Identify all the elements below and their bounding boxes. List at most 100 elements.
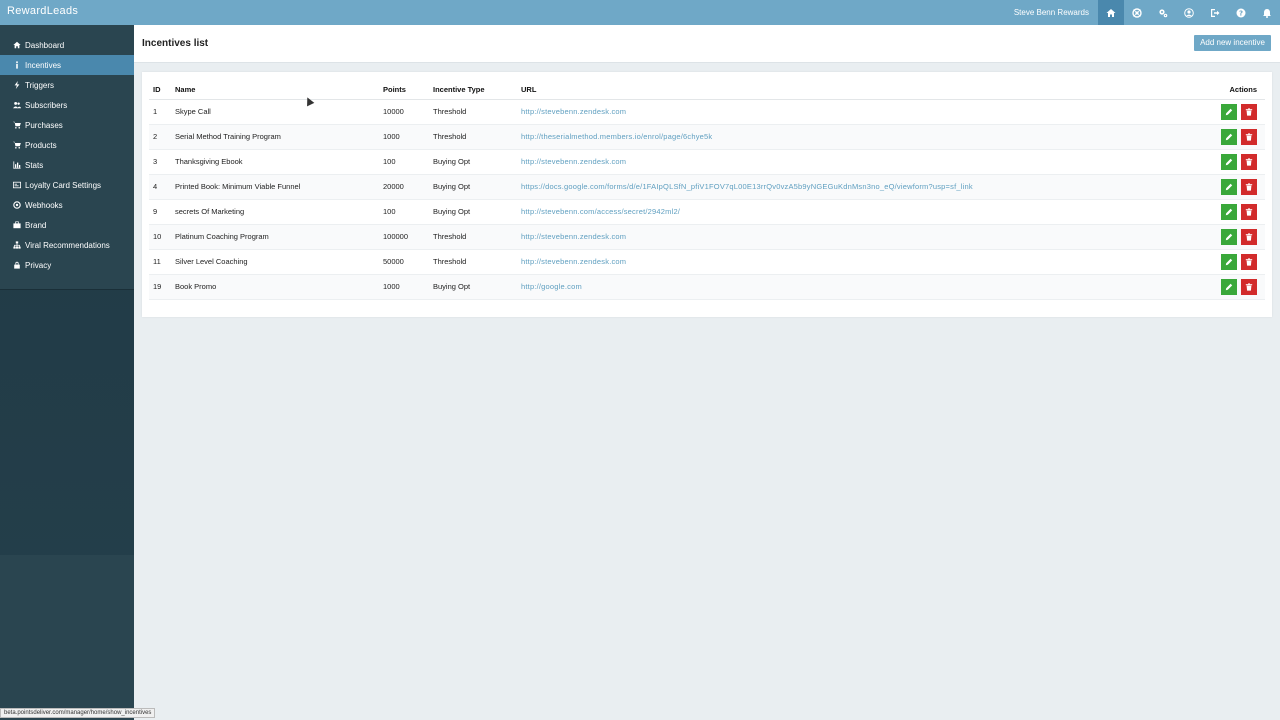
cell-type: Threshold [429, 224, 517, 250]
table-row: 3 Thanksgiving Ebook 100 Buying Opt http… [149, 149, 1265, 175]
sidebar-item-stats[interactable]: Stats [0, 155, 134, 175]
cell-url-link[interactable]: http://stevebenn.zendesk.com [517, 224, 1195, 250]
cell-url-link[interactable]: http://stevebenn.zendesk.com [517, 249, 1195, 275]
column-header-name[interactable]: Name [171, 80, 379, 100]
sidebar-item-label: Webhooks [25, 200, 63, 210]
delete-button[interactable] [1241, 228, 1257, 245]
home-icon[interactable] [1098, 0, 1124, 25]
webhook-icon [12, 201, 21, 210]
cell-points: 100000 [379, 224, 429, 250]
cell-id: 19 [149, 274, 171, 300]
cell-url-link[interactable]: http://stevebenn.com/access/secret/2942m… [517, 199, 1195, 225]
delete-button[interactable] [1241, 128, 1257, 145]
sidebar-item-subscribers[interactable]: Subscribers [0, 95, 134, 115]
page-title: Incentives list [142, 38, 209, 49]
sidebar-item-webhooks[interactable]: Webhooks [0, 195, 134, 215]
cell-url-link[interactable]: http://google.com [517, 274, 1195, 300]
top-navbar: RewardLeads Steve Benn Rewards ? [0, 0, 1280, 25]
sidebar-item-label: Stats [25, 160, 44, 170]
edit-button[interactable] [1221, 278, 1237, 295]
trash-icon [1245, 257, 1253, 266]
browser-status-bar: beta.pointsdeliver.com/manager/home/show… [0, 708, 156, 718]
cell-actions [1195, 174, 1265, 200]
trash-icon [1245, 282, 1253, 291]
bell-icon[interactable] [1254, 0, 1280, 25]
bar-chart-icon [12, 161, 21, 170]
sidebar-item-privacy[interactable]: Privacy [0, 255, 134, 275]
table-row: 9 secrets Of Marketing 100 Buying Opt ht… [149, 199, 1265, 225]
column-header-actions: Actions [1195, 80, 1265, 100]
brand-logo[interactable]: RewardLeads [7, 5, 78, 17]
edit-button[interactable] [1221, 228, 1237, 245]
incentives-table: ID Name Points Incentive Type URL Action… [149, 80, 1265, 300]
trash-icon [1245, 182, 1253, 191]
edit-button[interactable] [1221, 253, 1237, 270]
support-icon[interactable] [1124, 0, 1150, 25]
cell-url-link[interactable]: http://stevebenn.zendesk.com [517, 149, 1195, 175]
sidebar-menu: Dashboard Incentives Triggers Subscriber… [0, 25, 134, 290]
edit-button[interactable] [1221, 103, 1237, 120]
delete-button[interactable] [1241, 278, 1257, 295]
cell-name: Printed Book: Minimum Viable Funnel [171, 174, 379, 200]
column-header-url[interactable]: URL [517, 80, 1195, 100]
cell-url-link[interactable]: http://stevebenn.zendesk.com [517, 99, 1195, 125]
delete-button[interactable] [1241, 178, 1257, 195]
pencil-icon [1225, 133, 1233, 140]
cell-name: Serial Method Training Program [171, 124, 379, 150]
sidebar-item-dashboard[interactable]: Dashboard [0, 35, 134, 55]
delete-button[interactable] [1241, 203, 1257, 220]
edit-button[interactable] [1221, 203, 1237, 220]
user-icon[interactable] [1176, 0, 1202, 25]
page-header: Incentives list Add new incentive [134, 25, 1280, 63]
edit-button[interactable] [1221, 153, 1237, 170]
sidebar-item-triggers[interactable]: Triggers [0, 75, 134, 95]
column-header-type[interactable]: Incentive Type [429, 80, 517, 100]
table-row: 10 Platinum Coaching Program 100000 Thre… [149, 224, 1265, 250]
sidebar-item-label: Products [25, 140, 57, 150]
sidebar-item-viral-recommendations[interactable]: Viral Recommendations [0, 235, 134, 255]
delete-button[interactable] [1241, 103, 1257, 120]
bolt-icon [12, 81, 21, 90]
cell-points: 1000 [379, 124, 429, 150]
add-incentive-button[interactable]: Add new incentive [1194, 35, 1271, 51]
sidebar-item-incentives[interactable]: Incentives [0, 55, 134, 75]
sidebar-item-brand[interactable]: Brand [0, 215, 134, 235]
cell-type: Threshold [429, 124, 517, 150]
main-content: Incentives list Add new incentive ID Nam… [134, 25, 1280, 720]
edit-button[interactable] [1221, 178, 1237, 195]
sidebar: Dashboard Incentives Triggers Subscriber… [0, 25, 134, 720]
sidebar-item-products[interactable]: Products [0, 135, 134, 155]
cell-url-link[interactable]: http://theserialmethod.members.io/enrol/… [517, 124, 1195, 150]
cell-actions [1195, 149, 1265, 175]
cell-points: 20000 [379, 174, 429, 200]
cell-type: Threshold [429, 249, 517, 275]
column-header-points[interactable]: Points [379, 80, 429, 100]
cell-type: Buying Opt [429, 149, 517, 175]
cell-url-link[interactable]: https://docs.google.com/forms/d/e/1FAIpQ… [517, 174, 1195, 200]
help-icon[interactable]: ? [1228, 0, 1254, 25]
cart-icon [12, 141, 21, 150]
top-nav: Steve Benn Rewards ? [1014, 0, 1280, 25]
cell-id: 10 [149, 224, 171, 250]
edit-button[interactable] [1221, 128, 1237, 145]
account-name[interactable]: Steve Benn Rewards [1014, 8, 1098, 17]
trash-icon [1245, 207, 1253, 216]
sidebar-item-label: Privacy [25, 260, 52, 270]
incentives-panel: ID Name Points Incentive Type URL Action… [142, 72, 1272, 317]
table-row: 11 Silver Level Coaching 50000 Threshold… [149, 249, 1265, 275]
home-icon [12, 41, 21, 50]
cell-id: 3 [149, 149, 171, 175]
sidebar-item-label: Viral Recommendations [25, 240, 110, 250]
svg-text:?: ? [1239, 9, 1243, 17]
sidebar-item-purchases[interactable]: Purchases [0, 115, 134, 135]
sidebar-item-loyalty-card-settings[interactable]: Loyalty Card Settings [0, 175, 134, 195]
delete-button[interactable] [1241, 153, 1257, 170]
cell-actions [1195, 274, 1265, 300]
settings-icon[interactable] [1150, 0, 1176, 25]
logout-icon[interactable] [1202, 0, 1228, 25]
column-header-id[interactable]: ID [149, 80, 171, 100]
cell-name: Thanksgiving Ebook [171, 149, 379, 175]
delete-button[interactable] [1241, 253, 1257, 270]
cell-actions [1195, 99, 1265, 125]
sitemap-icon [12, 241, 21, 250]
